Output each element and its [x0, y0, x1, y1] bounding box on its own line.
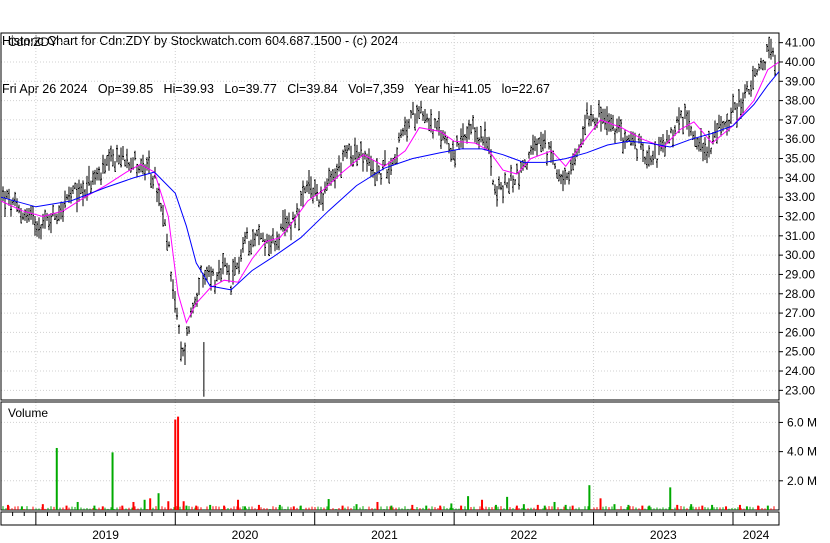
price-tick-label: 30.00	[785, 248, 815, 262]
price-tick-label: 32.00	[785, 210, 815, 224]
price-tick-label: 36.00	[785, 132, 815, 146]
moving-averages	[0, 61, 780, 325]
year-label: 2024	[743, 528, 770, 542]
volume-tick-label: 4.0 M	[787, 445, 817, 459]
price-tick-label: 37.00	[785, 113, 815, 127]
year-label: 2019	[92, 528, 119, 542]
volume-grid	[1, 402, 779, 510]
price-tick-label: 27.00	[785, 306, 815, 320]
price-tick-label: 41.00	[785, 36, 815, 50]
price-tick-label: 31.00	[785, 229, 815, 243]
price-tick-label: 23.00	[785, 383, 815, 397]
time-axis-band	[0, 511, 780, 526]
volume-tick-label: 6.0 M	[787, 415, 817, 429]
price-tick-label: 26.00	[785, 325, 815, 339]
stock-chart: 23.00 24.00 25.00 26.00 27.00 28.00 29.00 30.00…	[0, 32, 817, 542]
long-moving-average-line	[0, 71, 780, 291]
price-tick-label: 24.00	[785, 364, 815, 378]
year-label: 2023	[650, 528, 677, 542]
volume-axis: 2.0 M 4.0 M 6.0 M	[779, 415, 817, 488]
volume-panel-title: Volume	[8, 406, 48, 420]
price-tick-label: 28.00	[785, 287, 815, 301]
time-axis: 2019 2020 2021 2022 2023 2024	[0, 511, 780, 542]
price-tick-label: 40.00	[785, 55, 815, 69]
price-tick-label: 35.00	[785, 152, 815, 166]
year-label: 2022	[510, 528, 537, 542]
price-grid	[1, 33, 779, 400]
price-tick-label: 25.00	[785, 345, 815, 359]
price-tick-label: 33.00	[785, 190, 815, 204]
volume-panel-frame	[0, 401, 780, 511]
year-label: 2020	[232, 528, 259, 542]
price-panel-title: Cdn:ZDY	[8, 35, 57, 49]
volume-bars	[2, 416, 775, 510]
volume-tick-label: 2.0 M	[787, 474, 817, 488]
price-panel-frame	[0, 32, 780, 401]
short-moving-average-line	[0, 61, 780, 325]
year-label: 2021	[371, 528, 398, 542]
price-tick-label: 39.00	[785, 74, 815, 88]
price-axis: 23.00 24.00 25.00 26.00 27.00 28.00 29.00 30.00…	[779, 36, 815, 397]
price-tick-label: 38.00	[785, 94, 815, 108]
price-tick-label: 29.00	[785, 267, 815, 281]
price-tick-label: 34.00	[785, 171, 815, 185]
